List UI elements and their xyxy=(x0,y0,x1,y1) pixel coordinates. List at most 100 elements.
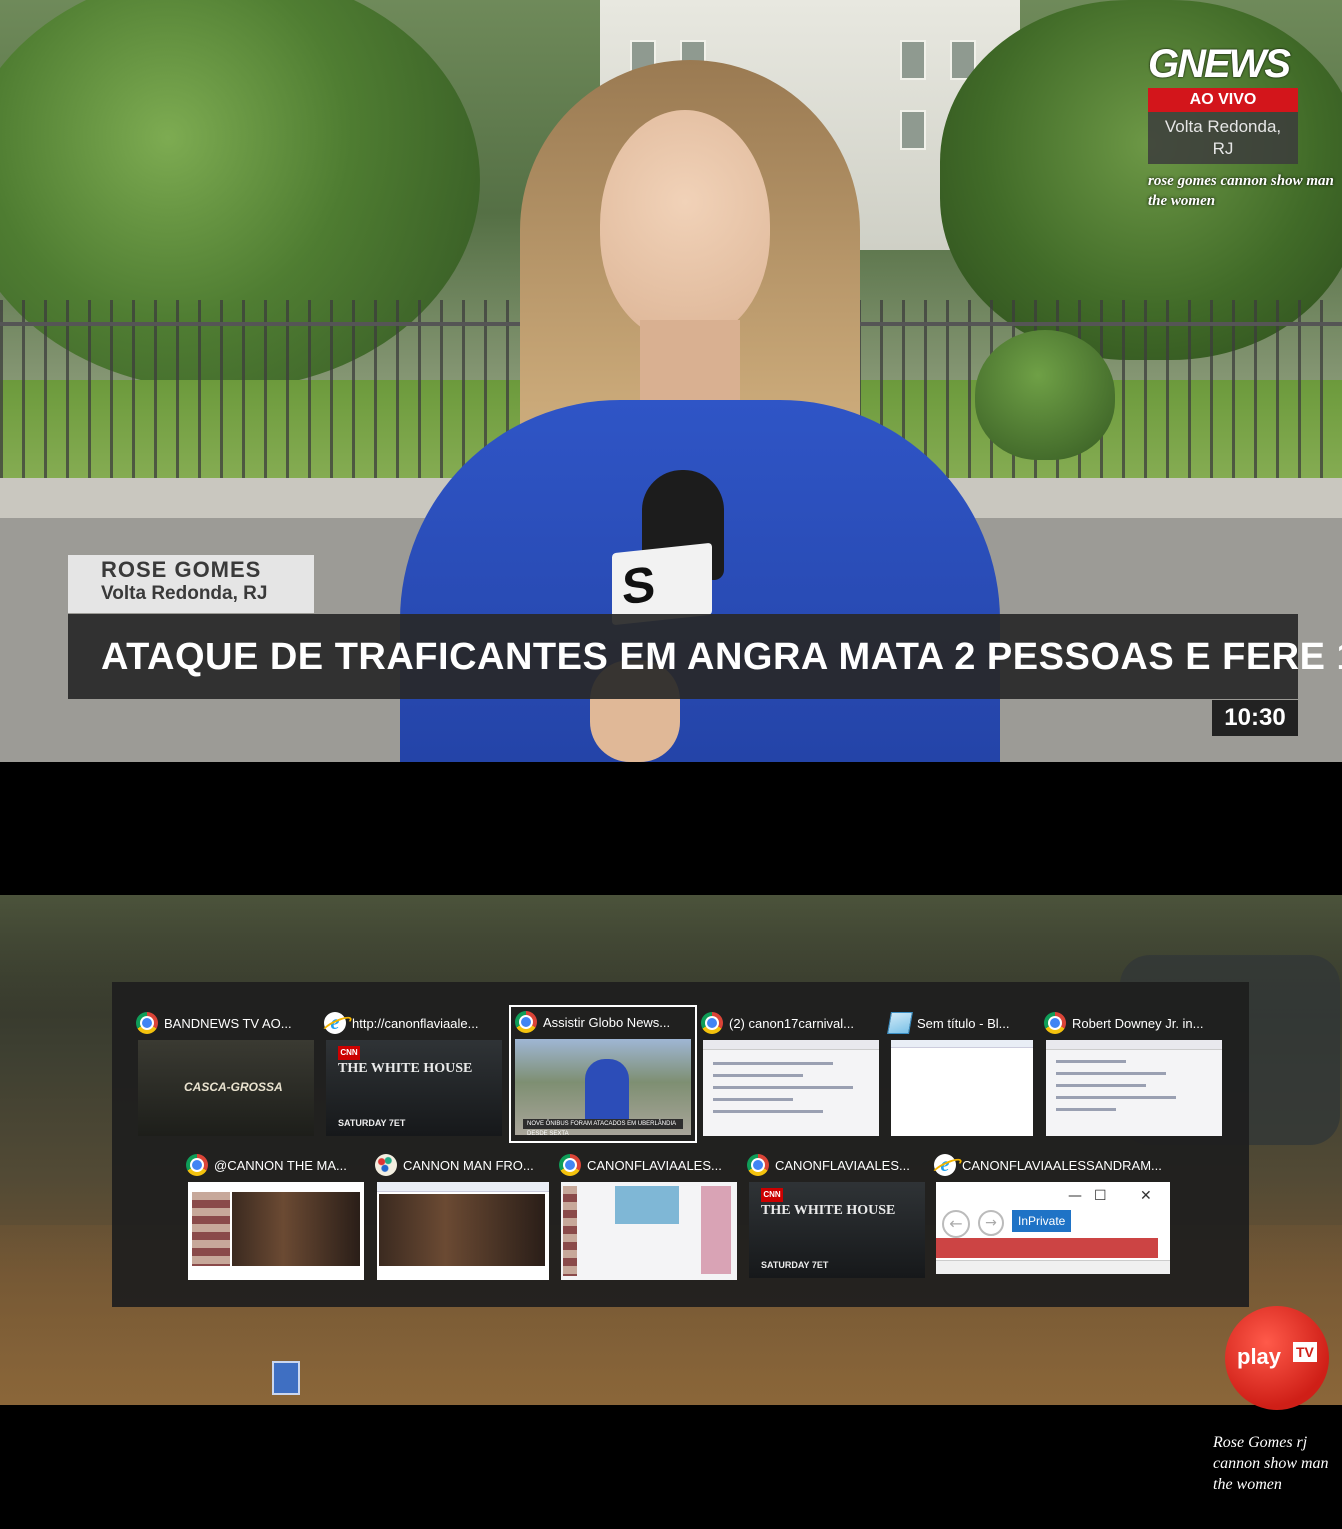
window-title: CANONFLAVIAALES... xyxy=(587,1157,722,1173)
cnn-logo: CNN xyxy=(338,1046,360,1060)
window-thumbnail xyxy=(891,1040,1033,1136)
news-headline: ATAQUE DE TRAFICANTES EM ANGRA MATA 2 PE… xyxy=(68,614,1342,699)
window-card[interactable]: (2) canon17carnival... xyxy=(701,1008,883,1140)
card-header: Sem título - Bl... xyxy=(887,1008,1035,1038)
paint-icon xyxy=(375,1154,397,1176)
horizontal-scrollbar xyxy=(936,1260,1170,1274)
news-broadcast-frame: S GNEWS AO VIVO Volta Redonda, RJ rose g… xyxy=(0,0,1342,762)
chrome-icon xyxy=(559,1154,581,1176)
thumbnail-line xyxy=(713,1110,823,1113)
window-thumbnail xyxy=(561,1182,737,1280)
window-title: http://canonflaviaale... xyxy=(352,1015,479,1031)
thumbnail-header xyxy=(1046,1040,1222,1050)
window-title: (2) canon17carnival... xyxy=(729,1015,855,1031)
card-header: CANONFLAVIAALES... xyxy=(747,1150,927,1180)
overlay-caption: rose gomes cannon show man the women xyxy=(1148,173,1334,209)
globonews-logo: GNEWS xyxy=(1148,42,1291,86)
thumbnail-sidebar xyxy=(563,1186,577,1276)
thumbnail-text: THE WHITE HOUSE xyxy=(761,1203,896,1218)
thumbnail-text: THE WHITE HOUSE xyxy=(338,1061,473,1076)
desktop-shortcut-icon[interactable] xyxy=(272,1361,300,1395)
thumbnail-line xyxy=(1056,1096,1176,1099)
mic-flag-logo: S xyxy=(622,555,656,616)
microphone-flag: S xyxy=(612,542,712,626)
window-card[interactable]: Sem título - Bl... xyxy=(887,1008,1035,1140)
location-badge: Volta Redonda, RJ xyxy=(1148,112,1298,164)
maximize-icon: ☐ xyxy=(1094,1188,1107,1204)
window-card[interactable]: CANNON MAN FRO... xyxy=(375,1150,551,1282)
thumbnail-ribbon xyxy=(377,1182,549,1192)
overlay-caption: Rose Gomes rj cannon show man the women xyxy=(1213,1434,1329,1493)
window-title: Assistir Globo News... xyxy=(543,1014,671,1030)
window-title: Sem título - Bl... xyxy=(917,1015,1010,1031)
window-thumbnail xyxy=(703,1040,879,1136)
playtv-label: play xyxy=(1237,1344,1282,1369)
thumbnail-line xyxy=(713,1074,803,1077)
window-title: CANONFLAVIAALESSANDRAM... xyxy=(962,1157,1162,1173)
close-icon: ✕ xyxy=(1140,1188,1152,1204)
back-arrow-icon: ← xyxy=(942,1210,970,1238)
location-line: Volta Redonda, xyxy=(1164,117,1282,136)
chrome-icon xyxy=(136,1012,158,1034)
chrome-icon xyxy=(515,1011,537,1033)
card-header: CANONFLAVIAALES... xyxy=(559,1150,739,1180)
chrome-icon xyxy=(701,1012,723,1034)
card-header: Assistir Globo News... xyxy=(515,1007,695,1037)
window-title: CANONFLAVIAALES... xyxy=(775,1157,910,1173)
window-card[interactable]: CANONFLAVIAALES... CNN THE WHITE HOUSE S… xyxy=(747,1150,927,1282)
card-header: (2) canon17carnival... xyxy=(701,1008,883,1038)
window-title: @CANNON THE MA... xyxy=(214,1157,347,1173)
window-title: CANNON MAN FRO... xyxy=(403,1157,534,1173)
thumbnail-page xyxy=(936,1238,1158,1258)
window-thumbnail xyxy=(188,1182,364,1280)
playtv-logo: play TV xyxy=(1225,1306,1329,1410)
window-thumbnail: NOVE ÔNIBUS FORAM ATACADOS EM UBERLÂNDIA… xyxy=(515,1039,691,1135)
window-card[interactable]: @CANNON THE MA... xyxy=(186,1150,366,1282)
window-card[interactable]: CANONFLAVIAALES... xyxy=(559,1150,739,1282)
thumbnail-line xyxy=(1056,1072,1166,1075)
live-badge: AO VIVO xyxy=(1148,88,1298,112)
minimize-icon: — xyxy=(1068,1188,1082,1204)
thumbnail-line xyxy=(713,1098,793,1101)
window-title: Robert Downey Jr. in... xyxy=(1072,1015,1204,1031)
window-card[interactable]: BANDNEWS TV AO... CASCA-GROSSA xyxy=(136,1008,318,1140)
window-thumbnail: CNN THE WHITE HOUSE SATURDAY 7ET xyxy=(749,1182,925,1278)
thumbnail-line xyxy=(1056,1084,1146,1087)
card-header: BANDNEWS TV AO... xyxy=(136,1008,318,1038)
chrome-icon xyxy=(1044,1012,1066,1034)
thumbnail-line xyxy=(1056,1108,1116,1111)
thumbnail-line xyxy=(713,1086,853,1089)
broadcast-clock: 10:30 xyxy=(1212,700,1298,736)
window-card[interactable]: http://canonflaviaale... CNN THE WHITE H… xyxy=(324,1008,506,1140)
alt-tab-switcher: BANDNEWS TV AO... CASCA-GROSSA http://ca… xyxy=(112,982,1249,1307)
thumbnail-video xyxy=(379,1194,545,1266)
thumbnail-video xyxy=(232,1192,360,1266)
card-header: CANNON MAN FRO... xyxy=(375,1150,551,1180)
card-header: CANONFLAVIAALESSANDRAM... xyxy=(934,1150,1174,1180)
window-thumbnail xyxy=(377,1182,549,1280)
thumbnail-line xyxy=(1056,1060,1126,1063)
thumbnail-sidebar xyxy=(192,1192,230,1266)
window-thumbnail: CNN THE WHITE HOUSE SATURDAY 7ET xyxy=(326,1040,502,1136)
thumbnail-image xyxy=(701,1186,731,1274)
window-card[interactable]: Robert Downey Jr. in... xyxy=(1044,1008,1224,1140)
ie-icon xyxy=(324,1012,346,1034)
window-card-selected[interactable]: Assistir Globo News... NOVE ÔNIBUS FORAM… xyxy=(509,1005,697,1143)
chrome-icon xyxy=(186,1154,208,1176)
thumbnail-image xyxy=(615,1186,679,1224)
window-thumbnail: — ☐ ✕ ← → InPrivate xyxy=(936,1182,1170,1274)
thumbnail-text: CASCA-GROSSA xyxy=(184,1080,283,1094)
window-card[interactable]: CANONFLAVIAALESSANDRAM... — ☐ ✕ ← → InPr… xyxy=(934,1150,1174,1282)
card-header: Robert Downey Jr. in... xyxy=(1044,1008,1224,1038)
notepad-icon xyxy=(887,1012,913,1034)
reporter-face xyxy=(600,110,770,340)
thumbnail-line xyxy=(713,1062,833,1065)
thumbnail-text: NOVE ÔNIBUS FORAM ATACADOS EM UBERLÂNDIA… xyxy=(523,1119,683,1135)
thumbnail-reporter xyxy=(585,1059,629,1119)
reporter-place: Volta Redonda, RJ xyxy=(101,583,268,604)
thumbnail-header xyxy=(703,1040,879,1050)
thumbnail-subtext: SATURDAY 7ET xyxy=(338,1118,406,1128)
thumbnail-subtext: SATURDAY 7ET xyxy=(761,1260,829,1270)
chrome-icon xyxy=(747,1154,769,1176)
ie-icon xyxy=(934,1154,956,1176)
